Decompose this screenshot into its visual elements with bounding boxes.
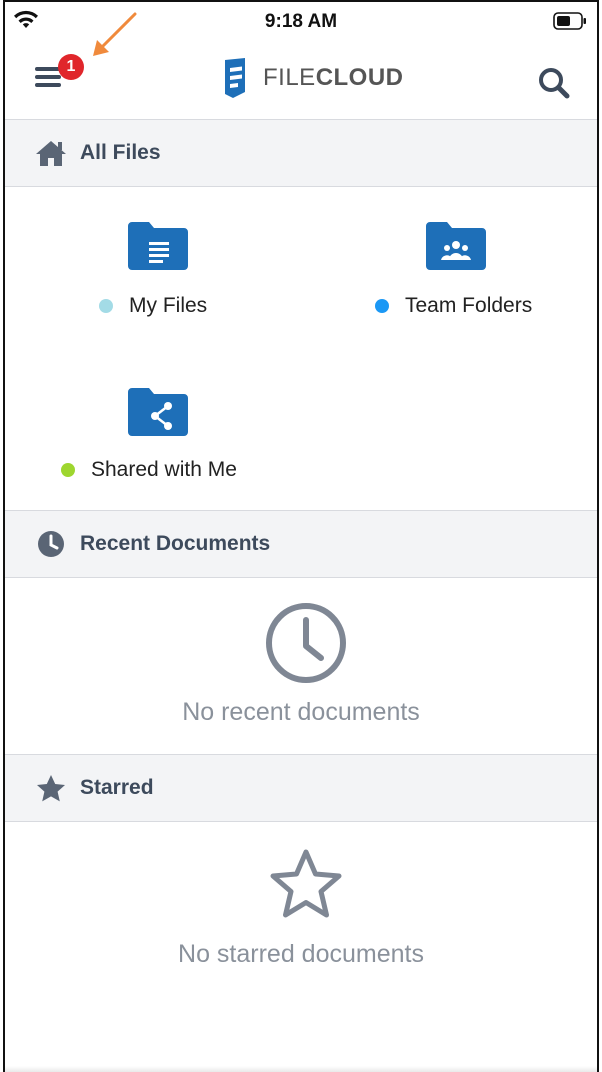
logo-text-bold: CLOUD <box>315 64 404 91</box>
clock-icon <box>34 527 68 561</box>
folder-label: Team Folders <box>405 294 533 317</box>
recent-documents-title: Recent Documents <box>80 532 271 555</box>
star-icon <box>34 771 68 805</box>
empty-star-icon <box>270 849 342 918</box>
recent-documents-header[interactable]: Recent Documents <box>5 510 597 578</box>
home-icon <box>34 136 68 170</box>
folder-team-folders[interactable]: Team Folders <box>367 212 557 322</box>
document-folder-icon <box>128 222 188 270</box>
battery-icon <box>553 12 586 30</box>
logo-text: FILECLOUD <box>263 64 404 92</box>
folder-label: My Files <box>129 294 208 317</box>
shared-folder-icon <box>128 388 188 436</box>
annotation-arrow-icon <box>93 12 137 56</box>
empty-clock-icon <box>266 603 346 683</box>
team-folder-icon <box>426 222 486 270</box>
starred-title: Starred <box>80 776 154 799</box>
filecloud-logo: FILECLOUD <box>219 56 404 100</box>
my-files-dot <box>99 299 113 313</box>
filecloud-logo-icon <box>225 58 245 98</box>
search-icon[interactable] <box>537 66 571 100</box>
app-screen: 9:18 AM 1 FILECLOUD All Files My Files T… <box>3 0 599 1072</box>
folder-shared-with-me[interactable]: Shared with Me <box>57 378 277 488</box>
app-header: 1 FILECLOUD <box>5 12 597 117</box>
team-folders-dot <box>375 299 389 313</box>
bottom-edge <box>5 1066 597 1072</box>
all-files-title: All Files <box>80 141 161 164</box>
all-files-header[interactable]: All Files <box>5 119 597 187</box>
shared-with-me-dot <box>61 463 75 477</box>
notification-badge[interactable]: 1 <box>58 54 84 80</box>
no-starred-documents-text: No starred documents <box>178 940 424 968</box>
starred-header[interactable]: Starred <box>5 754 597 822</box>
logo-text-light: FILE <box>263 64 316 91</box>
folder-label: Shared with Me <box>91 458 237 481</box>
folder-my-files[interactable]: My Files <box>95 212 255 322</box>
no-recent-documents-text: No recent documents <box>182 698 420 726</box>
